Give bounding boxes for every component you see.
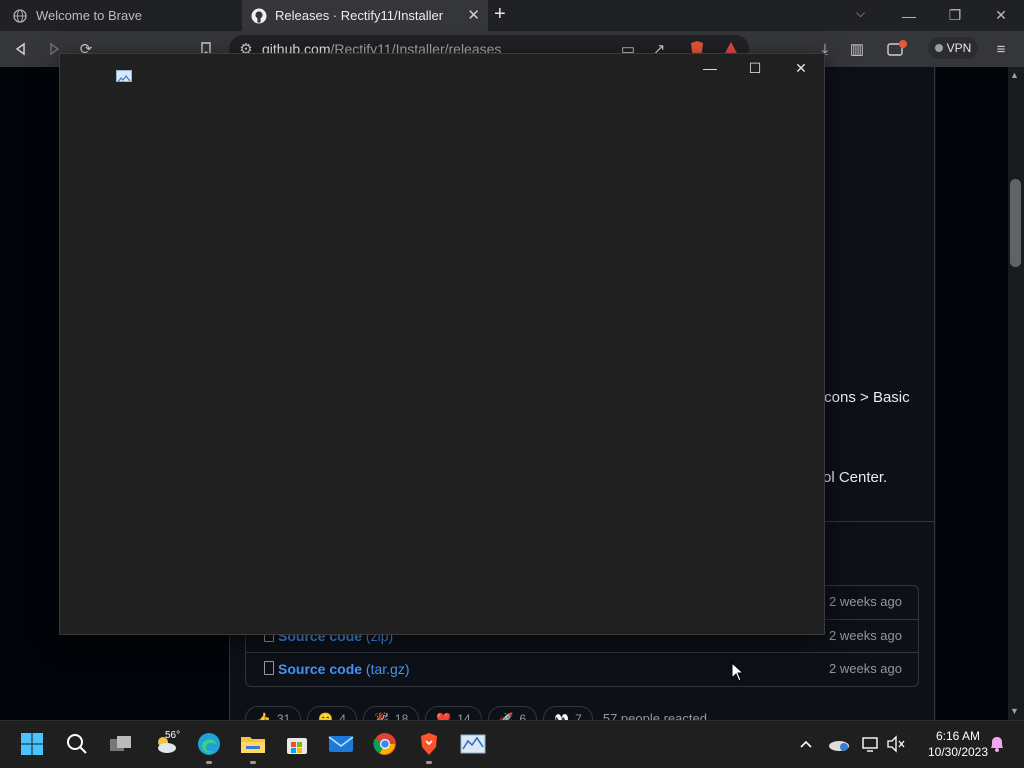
new-tab-button[interactable]: + <box>494 3 506 26</box>
chart-app-icon <box>116 70 132 83</box>
running-indicator <box>250 761 256 764</box>
file-explorer-icon[interactable] <box>237 728 269 760</box>
chrome-icon[interactable] <box>369 728 401 760</box>
asset-row-source-targz[interactable]: Source code (tar.gz) 2 weeks ago <box>246 653 918 686</box>
onedrive-icon[interactable] <box>823 728 855 760</box>
tab-welcome-to-brave[interactable]: Welcome to Brave <box>0 0 242 31</box>
chart-app-taskbar-icon[interactable] <box>457 728 489 760</box>
task-view-icon[interactable] <box>105 728 137 760</box>
microsoft-store-icon[interactable] <box>281 728 313 760</box>
app-close-button[interactable]: ✕ <box>778 56 824 80</box>
tab-title: Welcome to Brave <box>36 8 142 23</box>
mouse-cursor-icon <box>731 661 745 687</box>
app-minimize-button[interactable]: — <box>687 56 733 80</box>
release-notes-fragment: rol Center. <box>818 469 888 486</box>
tab-close-icon[interactable]: ✕ <box>467 6 480 24</box>
vpn-button[interactable]: VPN <box>928 37 978 59</box>
back-icon[interactable] <box>10 38 32 60</box>
page-scrollbar[interactable] <box>1008 67 1024 720</box>
volume-muted-icon[interactable] <box>880 728 912 760</box>
wallet-icon[interactable] <box>886 38 908 60</box>
scrollbar-thumb[interactable] <box>1010 179 1021 267</box>
notifications-bell-icon[interactable] <box>981 728 1013 760</box>
scroll-down-icon[interactable]: ▼ <box>1010 706 1019 716</box>
tab-search-chevron-icon[interactable]: ⌵ <box>856 6 865 21</box>
sidebar-icon[interactable]: ▥ <box>846 38 868 60</box>
release-notes-fragment: Icons > Basic <box>820 389 910 406</box>
globe-icon <box>12 8 28 24</box>
start-button[interactable] <box>16 728 48 760</box>
running-indicator <box>426 761 432 764</box>
app-maximize-button[interactable]: ☐ <box>732 56 778 80</box>
app-window <box>59 53 825 635</box>
github-icon <box>251 8 267 24</box>
edge-icon[interactable] <box>193 728 225 760</box>
tab-title: Releases · Rectify11/Installer <box>275 8 444 23</box>
window-restore-button[interactable]: ❐ <box>932 0 978 31</box>
vpn-status-icon <box>934 44 943 52</box>
tab-releases[interactable]: Releases · Rectify11/Installer ✕ <box>242 0 488 31</box>
window-minimize-button[interactable]: — <box>886 0 932 31</box>
search-icon[interactable] <box>61 728 93 760</box>
window-close-button[interactable]: ✕ <box>978 0 1024 31</box>
mail-icon[interactable] <box>325 728 357 760</box>
show-hidden-icons-chevron-icon[interactable] <box>790 728 822 760</box>
page-right-column <box>936 67 1008 720</box>
file-zip-icon <box>264 661 274 675</box>
menu-icon[interactable]: ≡ <box>990 38 1012 60</box>
running-indicator <box>206 761 212 764</box>
scroll-up-icon[interactable]: ▲ <box>1010 70 1019 80</box>
brave-icon[interactable] <box>413 728 445 760</box>
weather-temperature: 56° <box>165 730 181 741</box>
